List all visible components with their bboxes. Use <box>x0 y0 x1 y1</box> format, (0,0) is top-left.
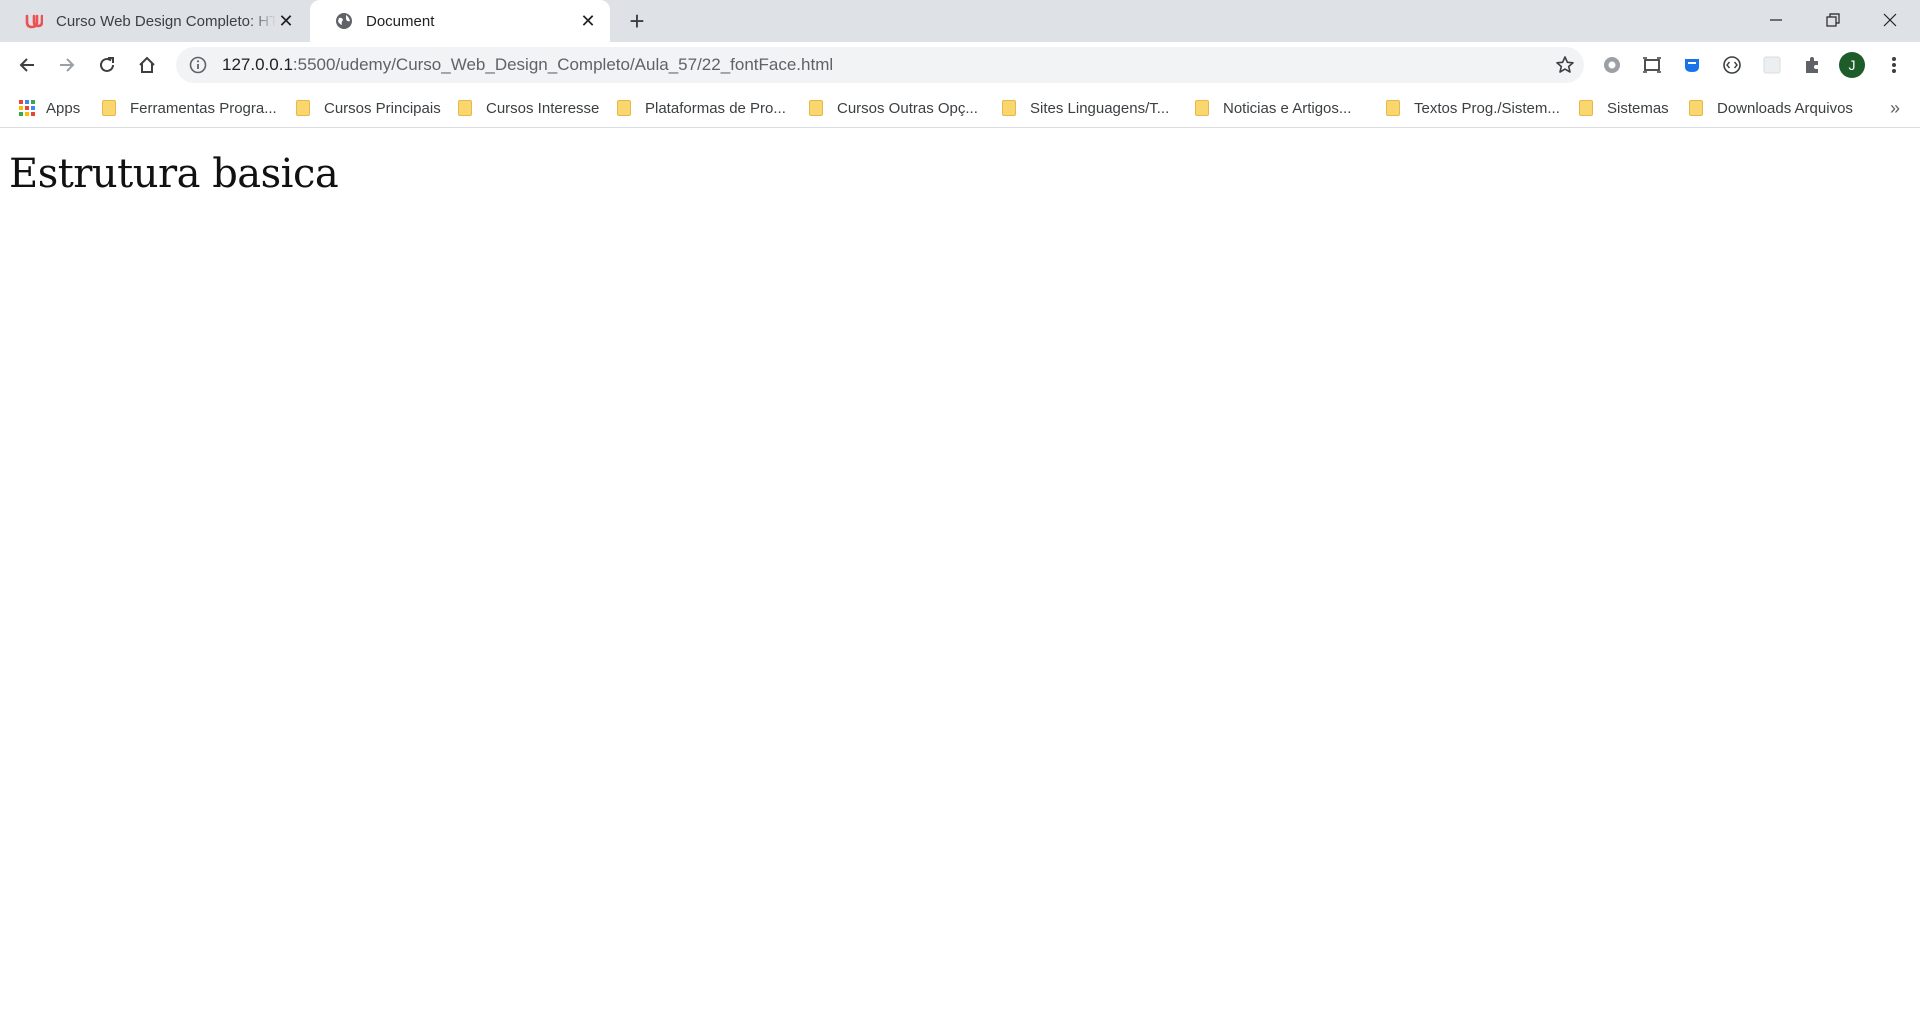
tab-title: Document <box>366 12 435 30</box>
puzzle-icon[interactable] <box>1800 53 1824 77</box>
tab-udemy-course[interactable]: Curso Web Design Completo: HTML ✕ <box>0 0 308 42</box>
new-tab-button[interactable]: + <box>622 6 652 36</box>
arrow-right-icon <box>60 58 75 72</box>
bookmarks-bar: Apps Ferramentas Progra... Cursos Princi… <box>0 88 1920 128</box>
bookmark-folder[interactable]: Downloads Arquivos <box>1689 96 1853 120</box>
url-host: 127.0.0.1 <box>222 55 293 74</box>
apps-grid-icon <box>18 99 36 117</box>
back-button[interactable] <box>10 48 44 82</box>
bookmark-label: Downloads Arquivos <box>1717 99 1853 117</box>
home-icon <box>139 56 155 73</box>
bookmark-label: Apps <box>46 99 81 117</box>
bookmark-label: Ferramentas Progra... <box>130 99 277 117</box>
tab-strip: Curso Web Design Completo: HTML ✕ Docume… <box>0 0 1920 42</box>
reload-button[interactable] <box>90 48 124 82</box>
page-heading: Estrutura basica <box>9 151 339 197</box>
home-button[interactable] <box>130 48 164 82</box>
folder-icon <box>458 100 472 116</box>
extension-blue-icon[interactable] <box>1680 53 1704 77</box>
extension-gear-icon[interactable] <box>1600 53 1624 77</box>
folder-icon <box>296 100 310 116</box>
bookmark-label: Cursos Principais <box>324 99 441 117</box>
bookmark-label: Sistemas <box>1607 99 1669 117</box>
bookmarks-overflow-button[interactable]: » <box>1890 96 1900 120</box>
reload-icon <box>100 57 114 72</box>
bookmark-label: Cursos Outras Opç... <box>837 99 978 117</box>
folder-icon <box>1002 100 1016 116</box>
minimize-button[interactable] <box>1748 0 1804 40</box>
folder-icon <box>1689 100 1703 116</box>
bookmark-folder[interactable]: Cursos Outras Opç... <box>809 96 978 120</box>
close-tab-icon[interactable]: ✕ <box>276 11 296 31</box>
minimize-icon <box>1770 19 1782 21</box>
extension-placeholder-icon[interactable] <box>1760 53 1784 77</box>
url-path: :5500/udemy/Curso_Web_Design_Completo/Au… <box>292 55 834 74</box>
info-icon[interactable] <box>188 55 208 75</box>
folder-icon <box>1195 100 1209 116</box>
extension-code-icon[interactable] <box>1720 53 1744 77</box>
folder-icon <box>617 100 631 116</box>
forward-button[interactable] <box>50 48 84 82</box>
bookmark-label: Textos Prog./Sistem... <box>1414 99 1560 117</box>
screen-capture-icon[interactable] <box>1640 53 1664 77</box>
globe-icon <box>334 11 354 31</box>
bookmark-folder[interactable]: Ferramentas Progra... <box>102 96 277 120</box>
bookmark-folder[interactable]: Cursos Interesse <box>458 96 599 120</box>
bookmark-folder[interactable]: Textos Prog./Sistem... <box>1386 96 1560 120</box>
bookmark-label: Cursos Interesse <box>486 99 600 117</box>
url-text: 127.0.0.1:5500/udemy/Curso_Web_Design_Co… <box>222 55 833 75</box>
address-bar[interactable]: 127.0.0.1:5500/udemy/Curso_Web_Design_Co… <box>176 47 1584 83</box>
bookmark-star-icon[interactable] <box>1554 54 1576 76</box>
kebab-menu-icon[interactable] <box>1882 53 1906 77</box>
restore-icon <box>1826 13 1840 27</box>
bookmark-label: Noticias e Artigos... <box>1223 99 1352 117</box>
bookmark-folder[interactable]: Sistemas <box>1579 96 1669 120</box>
bookmark-folder[interactable]: Sites Linguagens/T... <box>1002 96 1169 120</box>
bookmark-label: Sites Linguagens/T... <box>1030 99 1170 117</box>
page-viewport: Estrutura basica <box>0 129 1920 1030</box>
close-tab-icon[interactable]: ✕ <box>578 11 598 31</box>
bookmark-folder[interactable]: Noticias e Artigos... <box>1195 96 1351 120</box>
folder-icon <box>809 100 823 116</box>
bookmark-label: Plataformas de Pro... <box>645 99 786 117</box>
bookmark-folder[interactable]: Plataformas de Pro... <box>617 96 786 120</box>
profile-initial: J <box>1848 57 1856 73</box>
folder-icon <box>1579 100 1593 116</box>
close-icon <box>1883 13 1897 27</box>
folder-icon <box>102 100 116 116</box>
browser-toolbar: 127.0.0.1:5500/udemy/Curso_Web_Design_Co… <box>0 42 1920 88</box>
bookmark-apps[interactable]: Apps <box>18 96 80 120</box>
close-window-button[interactable] <box>1862 0 1918 40</box>
tab-document[interactable]: Document ✕ <box>310 0 610 42</box>
arrow-left-icon <box>19 58 34 72</box>
bookmark-folder[interactable]: Cursos Principais <box>296 96 441 120</box>
tab-title: Curso Web Design Completo: HTML <box>56 12 276 30</box>
udemy-icon <box>24 11 44 31</box>
restore-button[interactable] <box>1805 0 1861 40</box>
profile-avatar[interactable]: J <box>1839 52 1865 78</box>
folder-icon <box>1386 100 1400 116</box>
